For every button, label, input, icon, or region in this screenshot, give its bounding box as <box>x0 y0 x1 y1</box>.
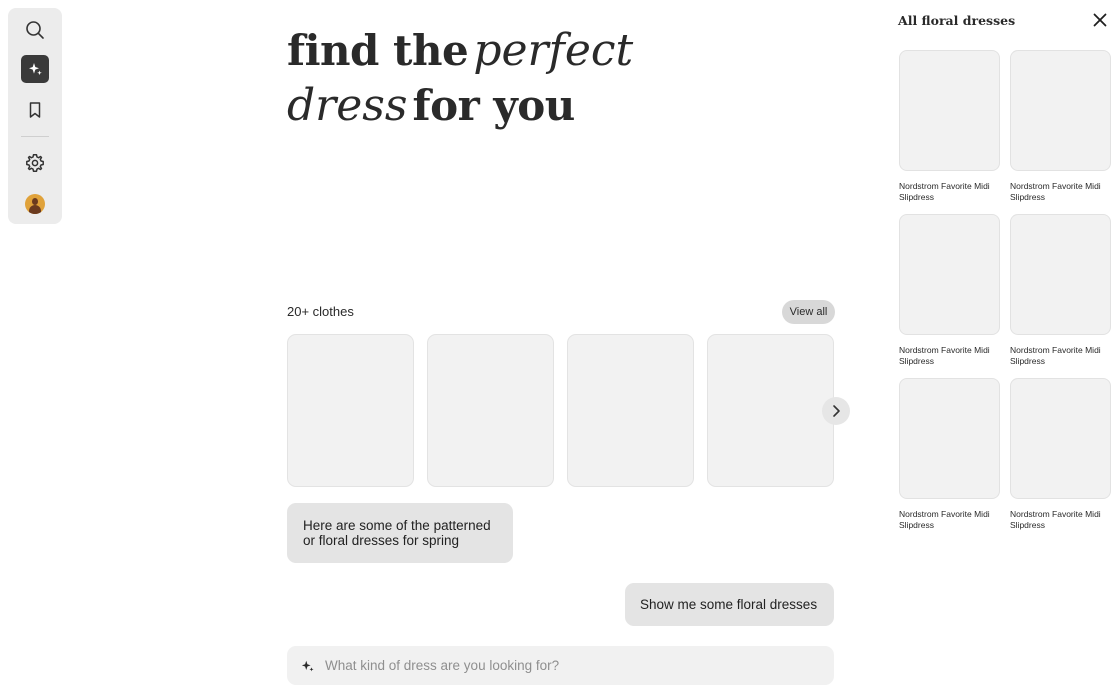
chat-input-bar <box>287 646 834 685</box>
panel-product-card[interactable] <box>1010 378 1111 499</box>
panel-title: All floral dresses <box>898 13 1016 28</box>
bookmark-icon <box>29 102 41 118</box>
avatar[interactable] <box>25 194 45 214</box>
chevron-right-icon <box>833 405 840 417</box>
assistant-message: Here are some of the patterned or floral… <box>287 503 513 563</box>
sparkle-icon <box>29 63 42 76</box>
sidebar <box>8 8 62 224</box>
product-card[interactable] <box>427 334 554 487</box>
hero-line1-bold: find the <box>287 26 469 75</box>
hero-headline: find the perfect dress for you <box>287 28 633 138</box>
panel-product-card[interactable] <box>899 50 1000 171</box>
gear-icon <box>26 154 44 172</box>
search-button[interactable] <box>21 16 49 44</box>
close-icon <box>1093 13 1107 27</box>
panel-product-label[interactable]: Nordstrom Favorite Midi Slipdress <box>1010 181 1110 202</box>
sidebar-divider <box>21 136 49 137</box>
hero-line2-italic: dress <box>287 80 408 131</box>
panel-product-card[interactable] <box>899 378 1000 499</box>
hero-line2-bold: for you <box>412 81 576 130</box>
panel-product-card[interactable] <box>899 214 1000 335</box>
carousel-next-button[interactable] <box>822 397 850 425</box>
panel-product-card[interactable] <box>1010 50 1111 171</box>
hero-line1-italic: perfect <box>473 25 634 76</box>
ai-assistant-button[interactable] <box>21 55 49 83</box>
panel-product-label[interactable]: Nordstrom Favorite Midi Slipdress <box>899 181 999 202</box>
results-count: 20+ clothes <box>287 304 354 319</box>
saved-button[interactable] <box>21 96 49 124</box>
product-card[interactable] <box>287 334 414 487</box>
panel-product-card[interactable] <box>1010 214 1111 335</box>
close-button[interactable] <box>1092 12 1108 28</box>
sparkle-icon <box>301 660 314 671</box>
panel-product-label[interactable]: Nordstrom Favorite Midi Slipdress <box>899 345 999 366</box>
panel-product-label[interactable]: Nordstrom Favorite Midi Slipdress <box>899 509 999 530</box>
view-all-button[interactable]: View all <box>782 300 835 324</box>
user-message: Show me some floral dresses <box>625 583 834 626</box>
settings-button[interactable] <box>21 149 49 177</box>
chat-input[interactable] <box>325 658 805 673</box>
search-icon <box>26 21 44 39</box>
panel-product-label[interactable]: Nordstrom Favorite Midi Slipdress <box>1010 509 1110 530</box>
product-card[interactable] <box>707 334 834 487</box>
product-card[interactable] <box>567 334 694 487</box>
panel-product-label[interactable]: Nordstrom Favorite Midi Slipdress <box>1010 345 1110 366</box>
